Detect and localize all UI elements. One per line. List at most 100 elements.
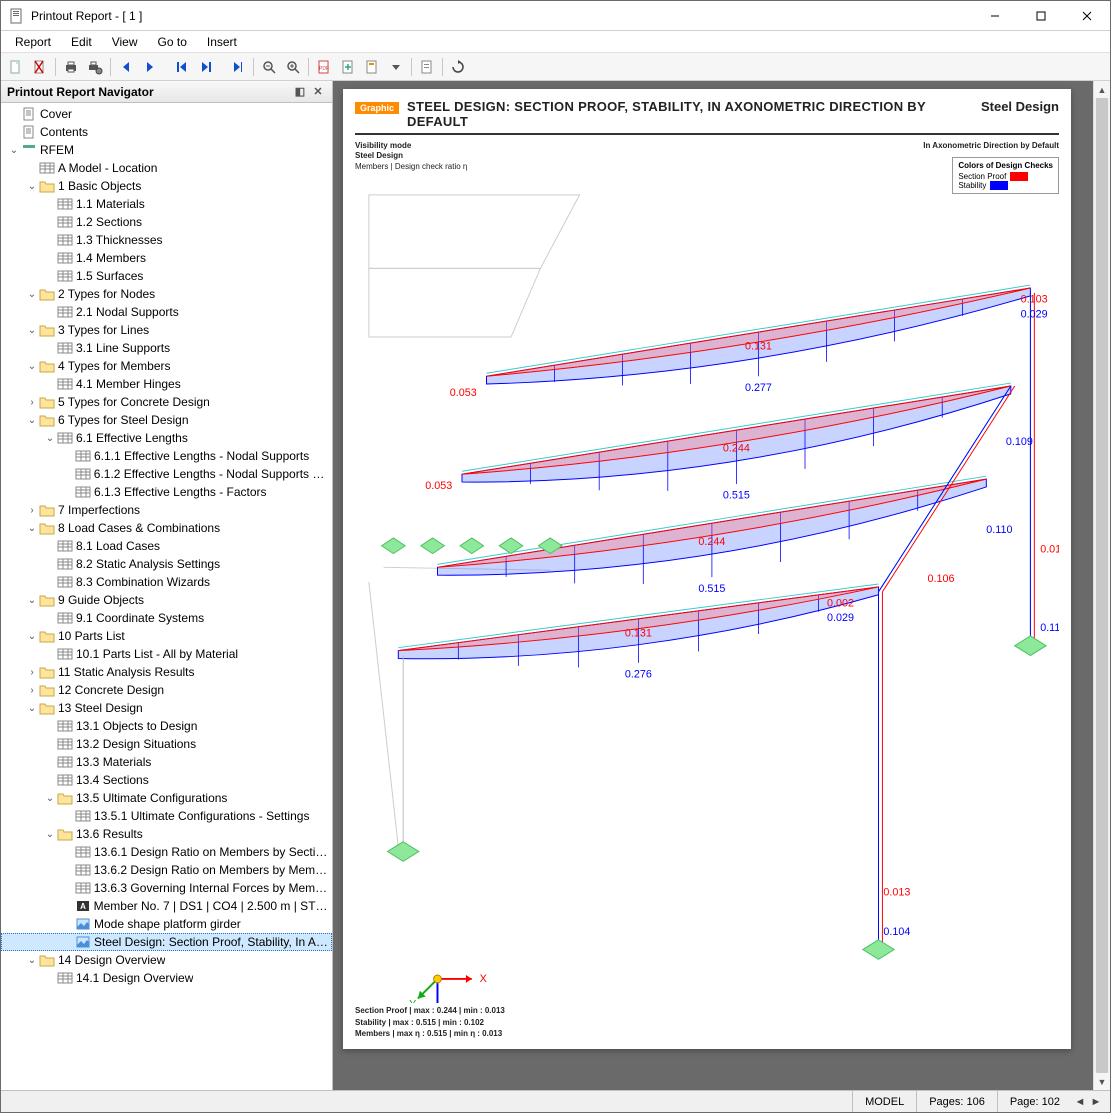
float-panel-button[interactable]: ◧ [292, 84, 308, 100]
tree-item[interactable]: 10.1 Parts List - All by Material [1, 645, 332, 663]
template-button[interactable] [361, 56, 383, 78]
tree-item[interactable]: 8.2 Static Analysis Settings [1, 555, 332, 573]
tree-item[interactable]: ›11 Static Analysis Results [1, 663, 332, 681]
collapse-icon[interactable]: ⌄ [25, 325, 39, 336]
tree-item[interactable]: ⌄RFEM [1, 141, 332, 159]
close-panel-button[interactable]: ✕ [310, 84, 326, 100]
expand-icon[interactable]: › [25, 397, 39, 408]
tree-item[interactable]: 8.3 Combination Wizards [1, 573, 332, 591]
tree-item[interactable]: ⌄4 Types for Members [1, 357, 332, 375]
tree-item[interactable]: 13.3 Materials [1, 753, 332, 771]
tree-item[interactable]: 2.1 Nodal Supports [1, 303, 332, 321]
tree-item[interactable]: Mode shape platform girder [1, 915, 332, 933]
tree-item[interactable]: ⌄9 Guide Objects [1, 591, 332, 609]
next-button[interactable] [139, 56, 161, 78]
collapse-icon[interactable]: ⌄ [25, 415, 39, 426]
tree-item[interactable]: ⌄8 Load Cases & Combinations [1, 519, 332, 537]
tree-item[interactable]: 13.1 Objects to Design [1, 717, 332, 735]
tree-item[interactable]: 6.1.1 Effective Lengths - Nodal Supports [1, 447, 332, 465]
settings-page-button[interactable] [416, 56, 438, 78]
goto-button[interactable] [227, 56, 249, 78]
tree-item[interactable]: 13.4 Sections [1, 771, 332, 789]
collapse-icon[interactable]: ⌄ [25, 631, 39, 642]
tree-item[interactable]: ⌄1 Basic Objects [1, 177, 332, 195]
tree-item[interactable]: ⌄10 Parts List [1, 627, 332, 645]
last-button[interactable] [195, 56, 217, 78]
menu-go-to[interactable]: Go to [148, 33, 197, 51]
tree-item[interactable]: Contents [1, 123, 332, 141]
tree-item[interactable]: 9.1 Coordinate Systems [1, 609, 332, 627]
tree-item[interactable]: Cover [1, 105, 332, 123]
tree-item[interactable]: 13.6.3 Governing Internal Forces by Memb… [1, 879, 332, 897]
collapse-icon[interactable]: ⌄ [25, 703, 39, 714]
close-button[interactable] [1064, 1, 1110, 31]
export-pdf-button[interactable]: PDF [313, 56, 335, 78]
vertical-scrollbar[interactable]: ▲ ▼ [1093, 81, 1110, 1090]
tree-item[interactable]: 1.3 Thicknesses [1, 231, 332, 249]
collapse-icon[interactable]: ⌄ [7, 145, 21, 156]
tree-item[interactable]: 13.5.1 Ultimate Configurations - Setting… [1, 807, 332, 825]
tree-item[interactable]: 13.2 Design Situations [1, 735, 332, 753]
tree-item[interactable]: ⌄2 Types for Nodes [1, 285, 332, 303]
tree-item[interactable]: 1.4 Members [1, 249, 332, 267]
tree-item[interactable]: ›5 Types for Concrete Design [1, 393, 332, 411]
report-viewport[interactable]: Graphic STEEL DESIGN: SECTION PROOF, STA… [333, 81, 1093, 1090]
minimize-button[interactable] [972, 1, 1018, 31]
prev-button[interactable] [115, 56, 137, 78]
collapse-icon[interactable]: ⌄ [43, 829, 57, 840]
tree-item[interactable]: 4.1 Member Hinges [1, 375, 332, 393]
tree-item[interactable]: A Model - Location [1, 159, 332, 177]
status-prev-button[interactable]: ◄ [1072, 1094, 1088, 1110]
expand-icon[interactable]: › [25, 685, 39, 696]
collapse-icon[interactable]: ⌄ [25, 181, 39, 192]
first-button[interactable] [171, 56, 193, 78]
tree-item[interactable]: 8.1 Load Cases [1, 537, 332, 555]
tree-item[interactable]: ⌄13.6 Results [1, 825, 332, 843]
insert-button[interactable] [337, 56, 359, 78]
delete-page-button[interactable] [29, 56, 51, 78]
collapse-icon[interactable]: ⌄ [25, 595, 39, 606]
tree-item[interactable]: 13.6.2 Design Ratio on Members by Member [1, 861, 332, 879]
tree-item[interactable]: Steel Design: Section Proof, Stability, … [1, 933, 332, 951]
maximize-button[interactable] [1018, 1, 1064, 31]
scroll-down-button[interactable]: ▼ [1094, 1073, 1110, 1090]
collapse-icon[interactable]: ⌄ [25, 289, 39, 300]
tree-item[interactable]: 6.1.3 Effective Lengths - Factors [1, 483, 332, 501]
tree-item[interactable]: ⌄13.5 Ultimate Configurations [1, 789, 332, 807]
collapse-icon[interactable]: ⌄ [43, 793, 57, 804]
menu-edit[interactable]: Edit [61, 33, 102, 51]
print-button[interactable] [60, 56, 82, 78]
expand-icon[interactable]: › [25, 505, 39, 516]
status-next-button[interactable]: ► [1088, 1094, 1104, 1110]
expand-icon[interactable]: › [25, 667, 39, 678]
tree-item[interactable]: 3.1 Line Supports [1, 339, 332, 357]
tree-item[interactable]: 14.1 Design Overview [1, 969, 332, 987]
tree-item[interactable]: 1.1 Materials [1, 195, 332, 213]
tree-item[interactable]: ⌄6 Types for Steel Design [1, 411, 332, 429]
template-dropdown-button[interactable] [385, 56, 407, 78]
zoom-out-button[interactable] [258, 56, 280, 78]
tree-item[interactable]: 13.6.1 Design Ratio on Members by Sectio… [1, 843, 332, 861]
tree-item[interactable]: 1.2 Sections [1, 213, 332, 231]
tree-item[interactable]: ⌄13 Steel Design [1, 699, 332, 717]
collapse-icon[interactable]: ⌄ [25, 361, 39, 372]
tree-item[interactable]: 1.5 Surfaces [1, 267, 332, 285]
scroll-up-button[interactable]: ▲ [1094, 81, 1110, 98]
tree-item[interactable]: ⌄14 Design Overview [1, 951, 332, 969]
refresh-button[interactable] [447, 56, 469, 78]
print-settings-button[interactable] [84, 56, 106, 78]
new-page-button[interactable] [5, 56, 27, 78]
menu-insert[interactable]: Insert [197, 33, 247, 51]
tree-item[interactable]: ⌄3 Types for Lines [1, 321, 332, 339]
zoom-in-button[interactable] [282, 56, 304, 78]
tree-item[interactable]: ›12 Concrete Design [1, 681, 332, 699]
menu-report[interactable]: Report [5, 33, 61, 51]
tree-item[interactable]: ›7 Imperfections [1, 501, 332, 519]
menu-view[interactable]: View [102, 33, 148, 51]
collapse-icon[interactable]: ⌄ [25, 523, 39, 534]
tree-item[interactable]: ⌄6.1 Effective Lengths [1, 429, 332, 447]
navigator-tree[interactable]: CoverContents⌄RFEMA Model - Location⌄1 B… [1, 103, 332, 1090]
tree-item[interactable]: AMember No. 7 | DS1 | CO4 | 2.500 m | ST… [1, 897, 332, 915]
tree-item[interactable]: 6.1.2 Effective Lengths - Nodal Supports… [1, 465, 332, 483]
collapse-icon[interactable]: ⌄ [43, 433, 57, 444]
